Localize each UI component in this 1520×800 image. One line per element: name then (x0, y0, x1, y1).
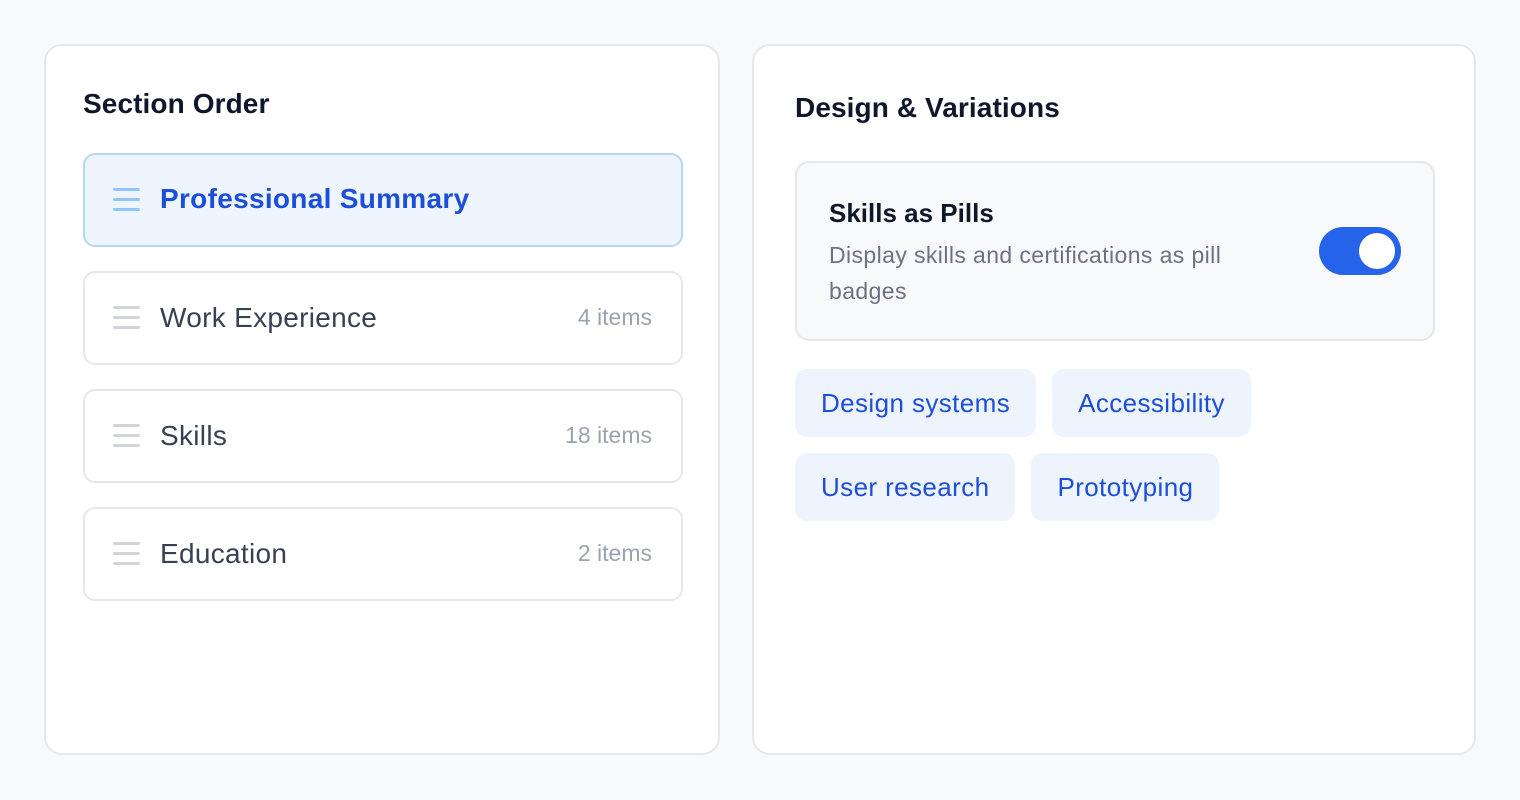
section-label: Skills (160, 420, 228, 451)
skill-pill: Accessibility (1052, 369, 1251, 437)
section-label: Education (160, 538, 288, 569)
section-label: Work Experience (160, 302, 378, 333)
section-row-education[interactable]: Education 2 items (83, 507, 683, 601)
section-order-title: Section Order (83, 88, 270, 119)
pill-row: User research Prototyping (795, 453, 1435, 521)
pill-row: Design systems Accessibility (795, 369, 1435, 437)
drag-handle-icon[interactable] (113, 424, 141, 448)
section-item-count: 4 items (577, 304, 652, 330)
section-item-count: 18 items (565, 422, 652, 448)
skill-pill: Design systems (795, 369, 1037, 437)
design-variations-title: Design & Variations (795, 92, 1060, 123)
section-row-skills[interactable]: Skills 18 items (83, 389, 683, 483)
setting-title: Skills as Pills (829, 198, 994, 228)
section-list: Professional Summary Work Experience 4 i… (83, 153, 683, 625)
skill-pill: User research (795, 453, 1016, 521)
toggle-knob (1359, 233, 1395, 269)
section-order-panel: Section Order Professional Summary Work … (44, 44, 720, 755)
skills-as-pills-toggle[interactable] (1319, 227, 1401, 275)
skill-pills-preview: Design systems Accessibility User resear… (795, 369, 1435, 537)
setting-description: Display skills and certifications as pil… (829, 242, 1222, 304)
section-row-professional-summary[interactable]: Professional Summary (83, 153, 683, 247)
drag-handle-icon[interactable] (113, 542, 141, 566)
skill-pill: Prototyping (1031, 453, 1220, 521)
drag-handle-icon[interactable] (113, 188, 141, 212)
design-variations-panel: Design & Variations Skills as Pills Disp… (752, 44, 1476, 755)
section-row-work-experience[interactable]: Work Experience 4 items (83, 271, 683, 365)
section-item-count: 2 items (577, 540, 652, 566)
drag-handle-icon[interactable] (113, 306, 141, 330)
skills-as-pills-setting: Skills as Pills Display skills and certi… (795, 161, 1435, 341)
section-label: Professional Summary (160, 183, 470, 214)
